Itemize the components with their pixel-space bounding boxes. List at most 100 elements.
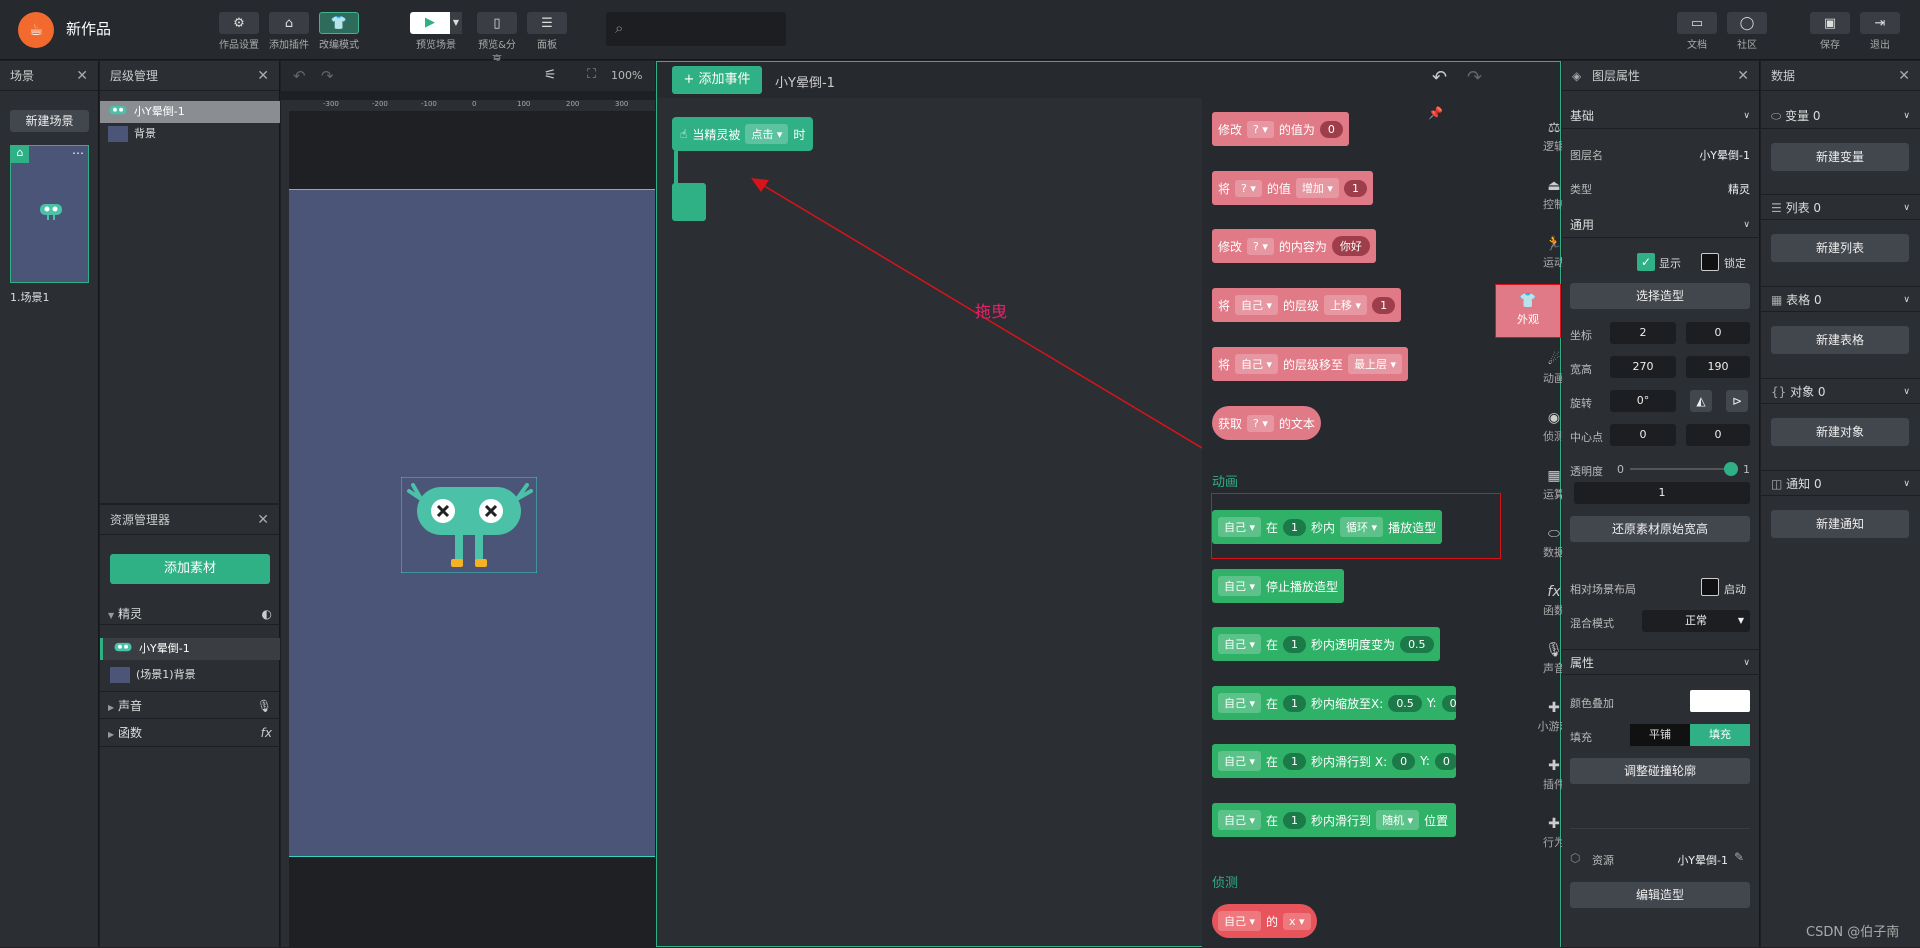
data-section-object[interactable]: {} 对象 0 ∨ — [1761, 378, 1920, 404]
category-looks[interactable]: 👕 外观 — [1495, 284, 1561, 338]
height-input[interactable]: 190 — [1686, 356, 1750, 378]
redo-icon[interactable]: ↷ — [1467, 67, 1482, 88]
show-checkbox[interactable]: ✓ — [1637, 253, 1655, 271]
set-value-block[interactable]: 修改? ▾ 的值为 0 — [1212, 112, 1349, 146]
y-input[interactable]: 0 — [1686, 322, 1750, 344]
edit-costume-button[interactable]: 编辑造型 — [1570, 882, 1750, 908]
exit-button[interactable]: ⇥ 退出 — [1860, 12, 1900, 51]
new-object-button[interactable]: 新建对象 — [1771, 418, 1909, 446]
layer-to-block[interactable]: 将自己 ▾ 的层级移至 最上层 ▾ — [1212, 347, 1409, 381]
layer-item[interactable]: 小Y晕倒-1 — [100, 101, 280, 123]
var-dropdown[interactable]: ? ▾ — [1235, 179, 1262, 197]
add-asset-button[interactable]: 添加素材 — [110, 554, 270, 584]
set-text-block[interactable]: 修改? ▾ 的内容为 你好 — [1212, 229, 1376, 263]
var-dropdown[interactable]: ? ▾ — [1247, 237, 1274, 255]
sprite-character[interactable] — [401, 477, 537, 573]
new-variable-button[interactable]: 新建变量 — [1771, 143, 1909, 171]
palette-icon[interactable]: ◐ — [262, 603, 272, 625]
rotate-input[interactable]: 0° — [1610, 390, 1676, 412]
target-dropdown[interactable]: 自己 ▾ — [1218, 517, 1262, 537]
scale-block[interactable]: 自己 ▾在1秒内缩放至X:0.5Y:0.5 — [1212, 686, 1456, 720]
asset-item[interactable]: 小Y晕倒-1 — [100, 638, 280, 660]
restore-size-button[interactable]: 还原素材原始宽高 — [1570, 516, 1750, 542]
fill-fill-option[interactable]: 填充 — [1690, 724, 1750, 746]
community-button[interactable]: ◯ 社区 — [1727, 12, 1767, 51]
fill-tile-option[interactable]: 平铺 — [1630, 724, 1690, 746]
change-value-block[interactable]: 将? ▾ 的值 增加 ▾ 1 — [1212, 171, 1373, 205]
zoom-level[interactable]: 100% — [611, 69, 642, 82]
stage-canvas[interactable] — [289, 189, 655, 857]
target-dropdown[interactable]: 自己 ▾ — [1218, 634, 1262, 654]
stop-costume-block[interactable]: 自己 ▾ 停止播放造型 — [1212, 569, 1345, 603]
target-dropdown[interactable]: 自己 ▾ — [1218, 576, 1262, 596]
edit-mode-button[interactable]: 👕 改编模式 — [319, 12, 359, 51]
target-dropdown[interactable]: 自己 ▾ — [1218, 911, 1262, 931]
undo-icon[interactable]: ↶ — [293, 67, 306, 85]
loop-dropdown[interactable]: 循环 ▾ — [1340, 517, 1384, 537]
asset-item[interactable]: (场景1)背景 — [100, 664, 280, 686]
target-dropdown[interactable]: 自己 ▾ — [1235, 354, 1279, 374]
scene-thumbnail[interactable]: ⌂ ⋯ — [10, 145, 89, 283]
target-dropdown[interactable]: 自己 ▾ — [1218, 693, 1262, 713]
microphone-icon[interactable]: 🎙 — [257, 692, 272, 720]
fit-icon[interactable]: ⛶ — [587, 67, 596, 82]
panel-button[interactable]: ☰ 面板 — [527, 12, 567, 51]
target-dropdown[interactable]: 自己 ▾ — [1218, 810, 1262, 830]
undo-icon[interactable]: ↶ — [1432, 67, 1447, 88]
data-section-list[interactable]: ☰ 列表 0 ∨ — [1761, 194, 1920, 220]
new-list-button[interactable]: 新建列表 — [1771, 234, 1909, 262]
flip-vertical-icon[interactable]: ⊳ — [1726, 390, 1748, 412]
position-dropdown[interactable]: 随机 ▾ — [1376, 810, 1420, 830]
close-icon[interactable]: ✕ — [76, 61, 88, 91]
docs-button[interactable]: ▭ 文档 — [1677, 12, 1717, 51]
width-input[interactable]: 270 — [1610, 356, 1676, 378]
data-section-table[interactable]: ▦ 表格 0 ∨ — [1761, 286, 1920, 312]
new-table-button[interactable]: 新建表格 — [1771, 326, 1909, 354]
glide-random-block[interactable]: 自己 ▾ 在 1 秒内滑行到 随机 ▾ 位置 — [1212, 803, 1456, 837]
new-scene-button[interactable]: 新建场景 — [10, 110, 89, 132]
close-icon[interactable]: ✕ — [257, 505, 269, 535]
color-overlay-swatch[interactable] — [1690, 690, 1750, 712]
var-dropdown[interactable]: ? ▾ — [1247, 414, 1274, 432]
fade-block[interactable]: 自己 ▾ 在 1 秒内透明度变为 0.5 — [1212, 627, 1440, 661]
target-dropdown[interactable]: 自己 ▾ — [1235, 295, 1279, 315]
section-basic[interactable]: 基础 ∨ — [1562, 103, 1760, 129]
data-section-notify[interactable]: ◫ 通知 0 ∨ — [1761, 470, 1920, 496]
pin-icon[interactable]: 📌 — [1428, 106, 1443, 120]
section-general[interactable]: 通用 ∨ — [1562, 212, 1760, 238]
sprite-section[interactable]: ▼ 精灵 ◐ — [100, 603, 280, 625]
new-notify-button[interactable]: 新建通知 — [1771, 510, 1909, 538]
blend-select[interactable]: 正常 ▼ — [1642, 610, 1750, 632]
var-dropdown[interactable]: ? ▾ — [1247, 120, 1274, 138]
opacity-slider-handle[interactable] — [1724, 462, 1738, 476]
opacity-slider[interactable] — [1630, 462, 1738, 476]
chevron-down-icon[interactable]: ▼ — [450, 12, 462, 34]
settings-button[interactable]: ⚙ 作品设置 — [219, 12, 259, 51]
x-input[interactable]: 2 — [1610, 322, 1676, 344]
section-attributes[interactable]: 属性 ∨ — [1562, 649, 1760, 675]
more-icon[interactable]: ⋯ — [72, 146, 84, 160]
direction-dropdown[interactable]: 上移 ▾ — [1324, 295, 1368, 315]
add-plugin-button[interactable]: ⌂ 添加插件 — [269, 12, 309, 51]
layer-item[interactable]: 背景 — [100, 123, 280, 145]
close-icon[interactable]: ✕ — [1898, 61, 1910, 91]
close-icon[interactable]: ✕ — [1737, 61, 1749, 91]
target-dropdown[interactable]: 自己 ▾ — [1218, 751, 1262, 771]
layer-dropdown[interactable]: 最上层 ▾ — [1348, 354, 1403, 374]
save-button[interactable]: ▣ 保存 — [1810, 12, 1850, 51]
function-icon[interactable]: fx — [261, 719, 272, 747]
function-section[interactable]: ▶ 函数 fx — [100, 719, 280, 747]
center-y-input[interactable]: 0 — [1686, 424, 1750, 446]
flip-horizontal-icon[interactable]: ◭ — [1690, 390, 1712, 412]
opacity-input[interactable]: 1 — [1574, 482, 1750, 504]
edit-icon[interactable]: ✎ — [1734, 850, 1744, 864]
relative-layout-checkbox[interactable] — [1701, 578, 1719, 596]
glide-xy-block[interactable]: 自己 ▾ 在 1 秒内滑行到 X: 0 Y: 0 — [1212, 744, 1456, 778]
close-icon[interactable]: ✕ — [257, 61, 269, 91]
choose-costume-button[interactable]: 选择造型 — [1570, 283, 1750, 309]
sound-section[interactable]: ▶ 声音 🎙 — [100, 691, 280, 719]
property-block[interactable]: 自己 ▾ 的 x ▾ — [1212, 904, 1317, 938]
play-costume-block[interactable]: 自己 ▾ 在 1 秒内 循环 ▾ 播放造型 — [1212, 510, 1443, 544]
lock-checkbox[interactable] — [1701, 253, 1719, 271]
op-dropdown[interactable]: 增加 ▾ — [1295, 178, 1339, 198]
